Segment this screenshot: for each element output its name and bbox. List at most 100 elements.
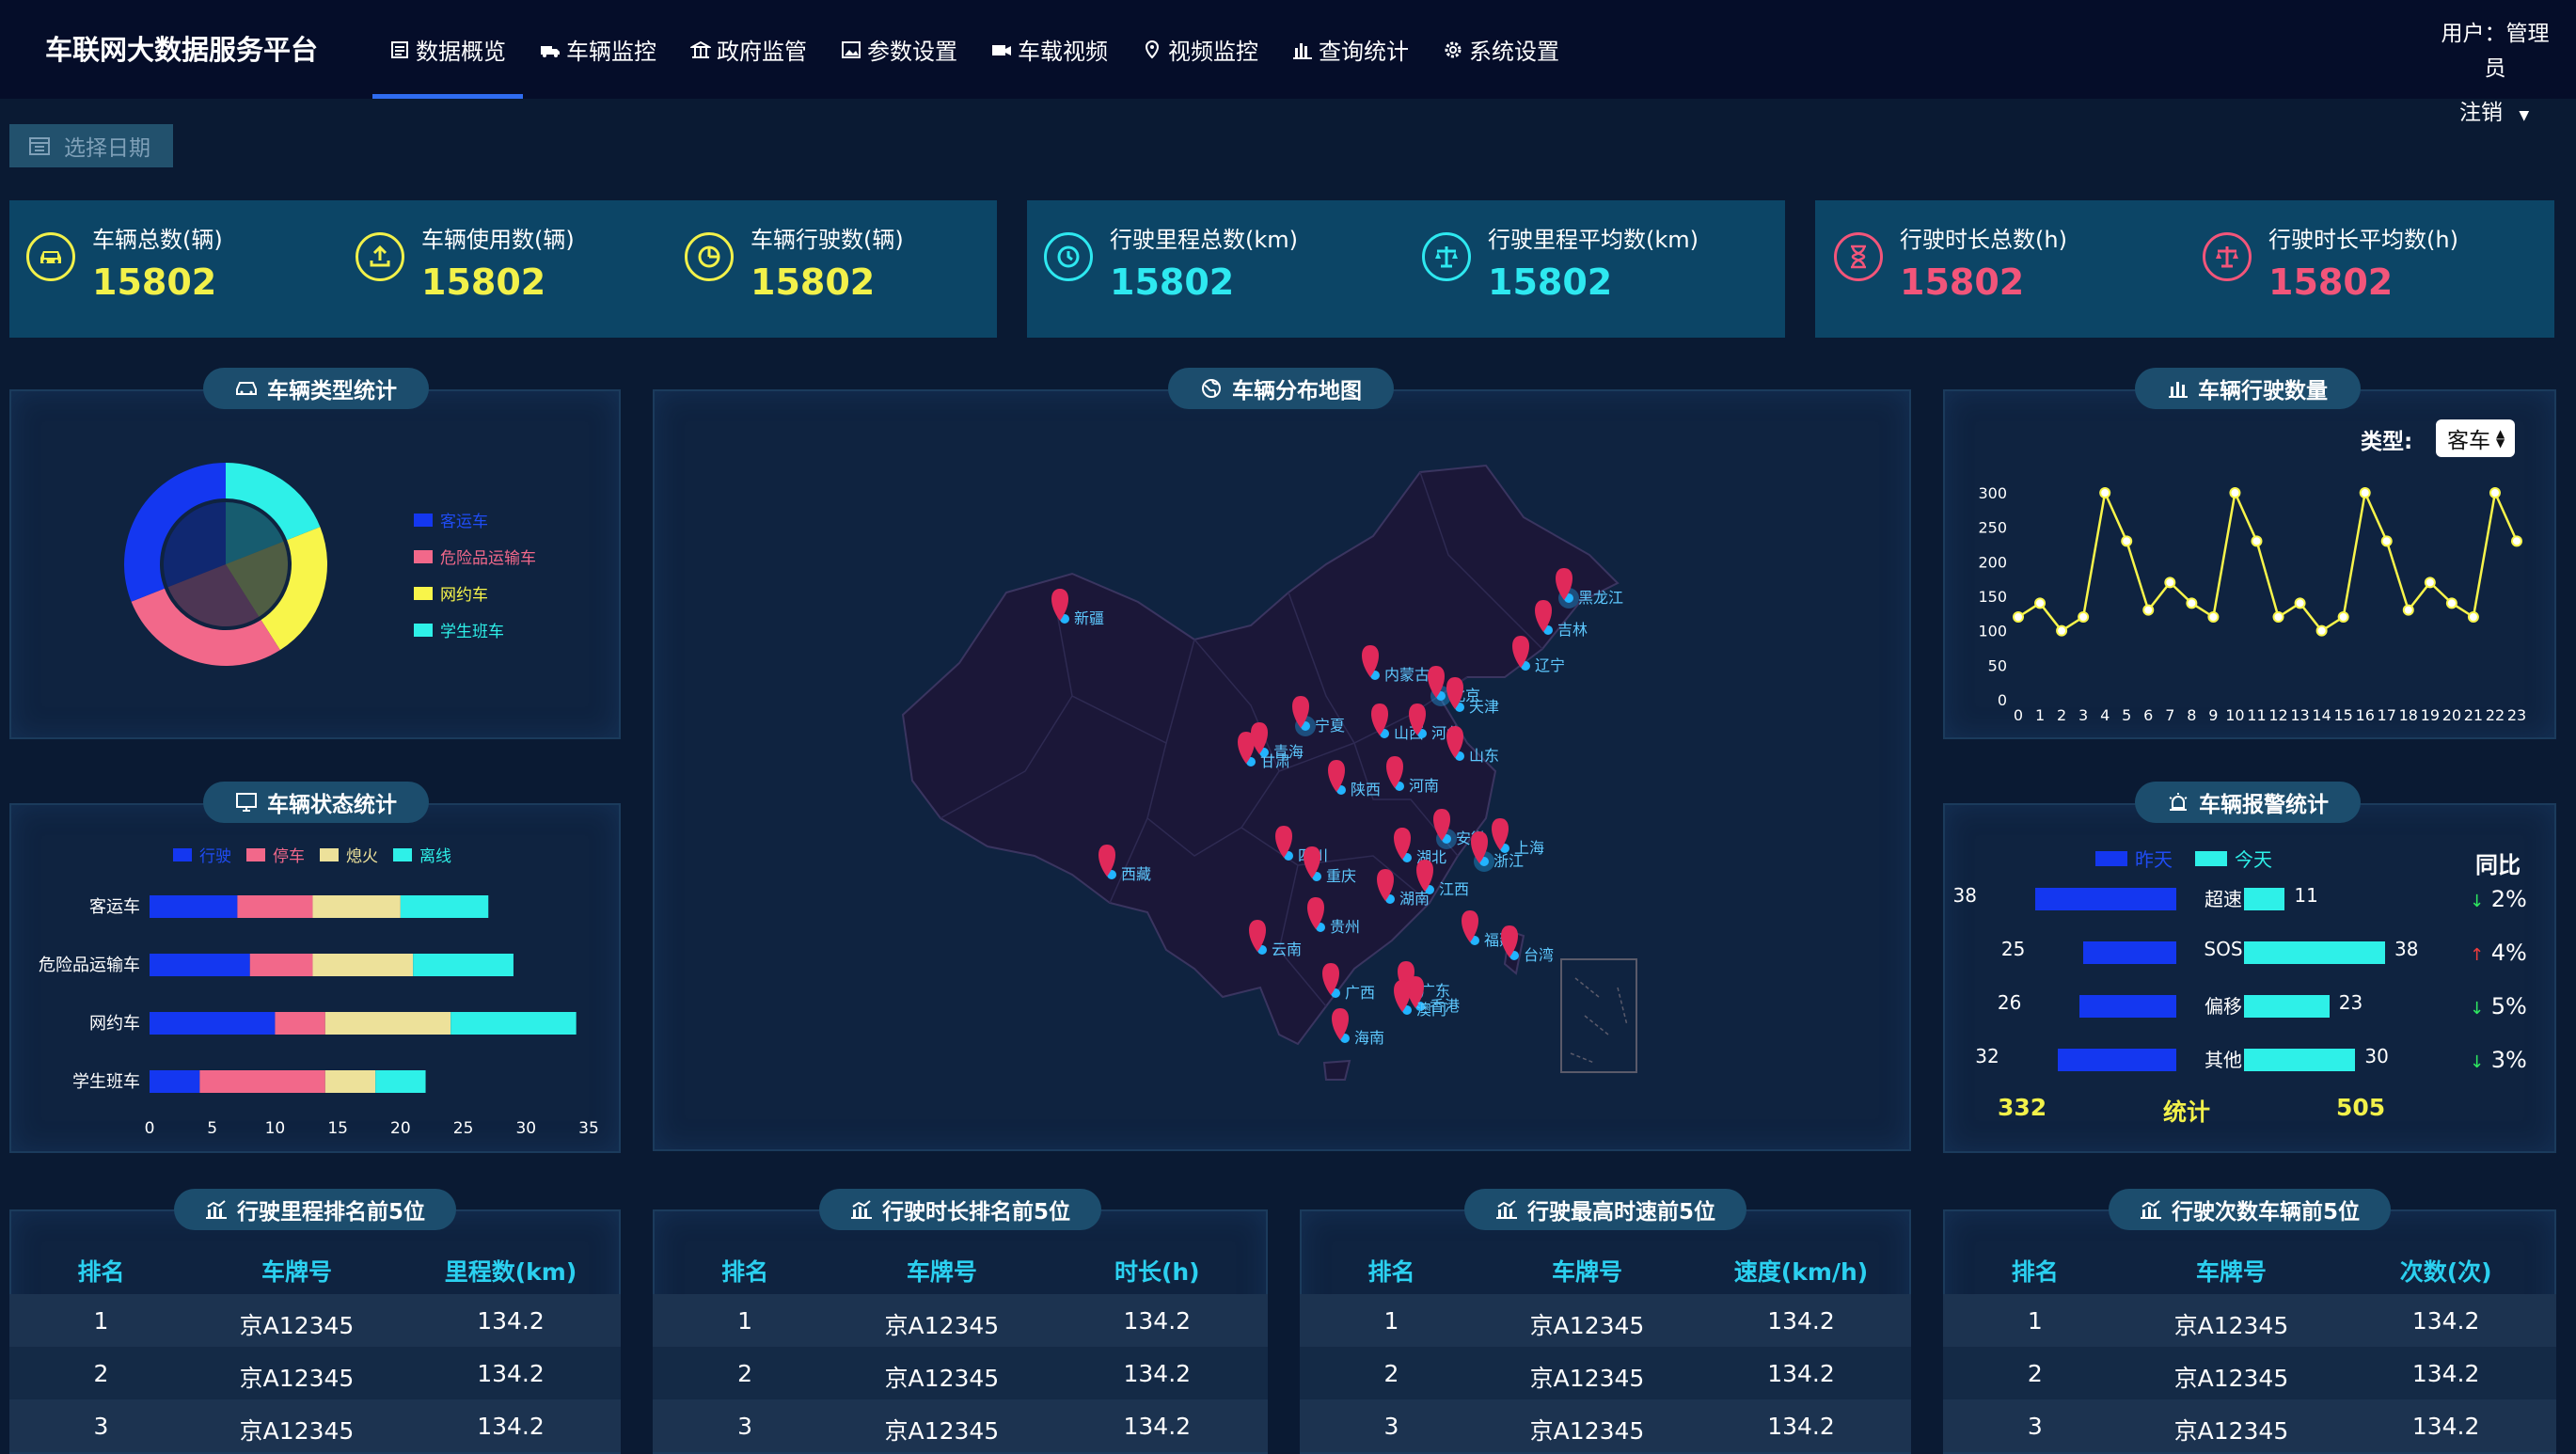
bar-segment — [312, 954, 414, 976]
bar-segment — [249, 954, 313, 976]
alarm-total-yesterday: 332 — [1998, 1094, 2047, 1121]
nav-item-overview[interactable]: 数据概览 — [372, 0, 523, 99]
x-tick-label: 5 — [2122, 706, 2131, 724]
stat-value: 15802 — [421, 261, 546, 303]
y-tick-label: 300 — [1978, 484, 2007, 502]
vehicle-type-select[interactable]: 客车 ▲ ▼ — [2436, 419, 2515, 457]
table-header: 排名 — [721, 1258, 769, 1286]
hainan-outline — [1322, 1059, 1351, 1081]
monitor-icon — [236, 793, 257, 812]
calendar-icon — [29, 137, 50, 155]
line-point — [2359, 487, 2371, 498]
china-map: 新疆内蒙古北京天津宁夏山西河北山东甘肃青海陕西河南黑龙江吉林辽宁西藏四川重庆湖北… — [901, 464, 1637, 1081]
nav-item-gov-supervision[interactable]: 政府监管 — [673, 0, 824, 99]
table-header: 车牌号 — [261, 1258, 333, 1286]
table-cell: 3 — [2027, 1413, 2043, 1440]
table-cell: 134.2 — [1123, 1307, 1192, 1335]
alarm-yoy: ↓ 5% — [2470, 993, 2527, 1019]
legend-item: 今天 — [2195, 845, 2272, 872]
line-point — [2164, 577, 2176, 589]
alarm-light-icon — [2140, 1200, 2161, 1219]
province-label: 广西 — [1345, 984, 1375, 1002]
alarm-legend: 昨天 今天 — [2095, 845, 2272, 872]
x-tick-label: 6 — [2143, 706, 2153, 724]
scale-icon — [2203, 232, 2252, 281]
alarm-yesterday-value: 38 — [1952, 884, 1977, 907]
stat-value: 15802 — [1488, 261, 1613, 303]
province-label: 台湾 — [1524, 946, 1554, 964]
x-tick-label: 23 — [2507, 706, 2526, 724]
y-tick-label: 50 — [1988, 656, 2007, 674]
nav-item-params[interactable]: 参数设置 — [824, 0, 974, 99]
nav-item-system-settings[interactable]: 系统设置 — [1426, 0, 1576, 99]
table-cell: 2 — [737, 1360, 753, 1387]
alarm-today-bar — [2244, 888, 2285, 910]
stat-value: 15802 — [1900, 261, 2025, 303]
stat-card-duration: 行驶时长总数(h) 15802 行驶时长平均数(h) 15802 — [1815, 200, 2554, 338]
table-cell: 京A12345 — [2173, 1312, 2289, 1339]
nav-label: 参数设置 — [867, 39, 957, 65]
province-label: 黑龙江 — [1578, 589, 1623, 607]
province-label: 西藏 — [1121, 865, 1151, 883]
legend-item: 危险品运输车 — [414, 545, 536, 568]
x-tick-label: 21 — [2464, 706, 2483, 724]
x-tick-label: 15 — [2333, 706, 2352, 724]
bar-segment — [150, 1070, 200, 1093]
logout-menu[interactable]: 注销 ▼ — [2459, 94, 2529, 126]
x-tick-label: 11 — [2247, 706, 2266, 724]
panel-title-alarm: 车辆报警统计 — [2135, 782, 2361, 823]
x-tick-label: 17 — [2378, 706, 2396, 724]
province-label: 云南 — [1272, 940, 1302, 958]
province-label: 湖南 — [1399, 890, 1430, 908]
table-cell: 3 — [1383, 1413, 1399, 1440]
stat-label: 行驶里程总数(km) — [1110, 227, 1299, 253]
panel-title-table: 行驶次数车辆前5位 — [2109, 1189, 2391, 1230]
stat-total-mileage: 行驶里程总数(km) 15802 — [1044, 200, 1298, 303]
x-tick-label: 25 — [453, 1119, 474, 1138]
alarm-rows: 38 超速 11 ↓ 2% 25 SOS 38 ↑ 4% 26 偏移 23 ↓ 5% 32 其他 30 ↓ 3… — [1943, 884, 2556, 1110]
type-select-label: 类型: — [2361, 430, 2413, 454]
x-tick-label: 2 — [2057, 706, 2066, 724]
stat-label: 车辆使用数(辆) — [421, 227, 575, 253]
line-point — [2142, 604, 2155, 616]
x-tick-label: 0 — [145, 1119, 155, 1138]
province-label: 河南 — [1409, 777, 1439, 795]
legend-item: 熄火 — [320, 843, 378, 866]
image-icon — [842, 40, 861, 58]
bar-segment — [413, 954, 514, 976]
date-picker-button[interactable]: 选择日期 — [9, 124, 173, 167]
x-tick-label: 7 — [2165, 706, 2174, 724]
brand-title: 车联网大数据服务平台 — [45, 34, 319, 66]
stat-total-vehicles: 车辆总数(辆) 15802 — [26, 200, 223, 303]
nav-item-video-monitor[interactable]: 视频监控 — [1125, 0, 1275, 99]
line-point — [2380, 535, 2393, 547]
select-value: 客车 — [2447, 429, 2490, 453]
nav-item-vehicle-video[interactable]: 车载视频 — [974, 0, 1125, 99]
panel-title-driving-count: 车辆行驶数量 — [2135, 368, 2361, 409]
bar-segment — [312, 895, 401, 918]
legend-item: 停车 — [246, 843, 305, 866]
nav-item-vehicle-monitor[interactable]: 车辆监控 — [523, 0, 673, 99]
stat-avg-mileage: 行驶里程平均数(km) 15802 — [1422, 200, 1699, 303]
chart-line-icon — [205, 1200, 227, 1219]
table-cell: 京A12345 — [884, 1365, 1000, 1392]
legend-item: 行驶 — [173, 843, 231, 866]
bar-segment — [150, 954, 250, 976]
legend-item: 离线 — [393, 843, 451, 866]
province-label: 内蒙古 — [1384, 666, 1430, 684]
stat-driving-vehicles: 车辆行驶数(辆) 15802 — [685, 200, 904, 303]
x-tick-label: 22 — [2486, 706, 2505, 724]
alarm-yesterday-value: 26 — [1997, 991, 2022, 1014]
table-cell: 134.2 — [1767, 1360, 1835, 1387]
y-tick-label: 100 — [1978, 623, 2007, 640]
province-label: 山东 — [1469, 747, 1499, 765]
bar-segment — [450, 1012, 577, 1035]
table-cell: 京A12345 — [884, 1312, 1000, 1339]
nav-item-query-stats[interactable]: 查询统计 — [1275, 0, 1426, 99]
driving-count-line-chart: 0501001502002503000 1 2 3 4 5 6 7 8 9 10 11 12 13 14 15… — [1978, 484, 2526, 724]
stat-card-vehicles: 车辆总数(辆) 15802 车辆使用数(辆) 15802 车辆行驶数(辆) 15802 — [9, 200, 997, 338]
province-label: 宁夏 — [1315, 717, 1345, 735]
main-nav: 数据概览 车辆监控 政府监管 参数设置 车载视频 视频监控 查询统计 系统设置 — [372, 0, 1576, 99]
alarm-light-icon — [2169, 793, 2188, 811]
panel-title-status: 车辆状态统计 — [203, 782, 429, 823]
